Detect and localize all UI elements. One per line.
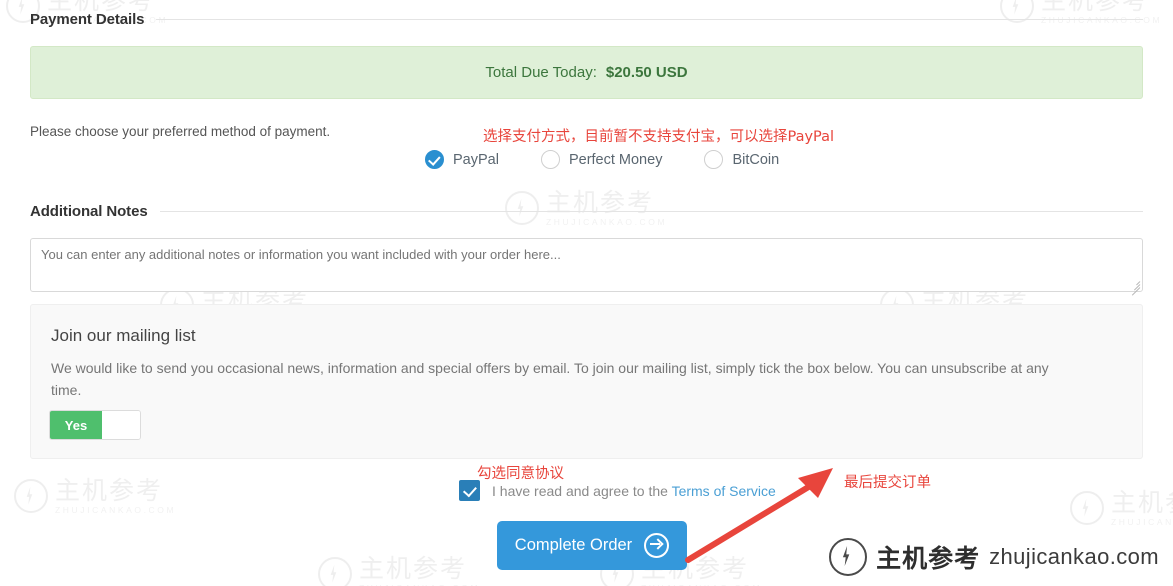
circle-arrow-right-icon: [644, 533, 670, 558]
header-divider: [159, 211, 1143, 212]
complete-order-button[interactable]: Complete Order: [497, 521, 687, 570]
total-due-label: Total Due Today:: [485, 64, 597, 81]
header-divider: [156, 19, 1143, 20]
annotation-submit-note: 最后提交订单: [844, 475, 931, 491]
terms-agreement-row[interactable]: I have read and agree to the Terms of Se…: [459, 480, 776, 501]
mailing-list-description: We would like to send you occasional new…: [51, 360, 1049, 398]
complete-order-label: Complete Order: [514, 536, 633, 554]
additional-notes-input[interactable]: [30, 238, 1143, 292]
watermark-tile: 主机参考 ZHUJICANKAO.COM: [1070, 490, 1173, 527]
mailing-list-panel: Join our mailing list We would like to s…: [30, 304, 1143, 459]
total-due-amount: $20.50 USD: [605, 64, 688, 81]
additional-notes-header: Additional Notes: [30, 203, 1143, 220]
watermark-en: ZHUJICANKAO.COM: [1111, 517, 1173, 527]
watermark-tile: 主机参考 ZHUJICANKAO.COM: [14, 478, 176, 515]
brand-logo-icon: [829, 538, 868, 576]
payment-method-label: BitCoin: [732, 151, 780, 168]
annotation-agree-note: 勾选同意协议: [477, 466, 564, 482]
watermark-tile: 主机参考 ZHUJICANKAO.COM: [318, 556, 480, 586]
terms-text: I have read and agree to the Terms of Se…: [492, 483, 776, 499]
watermark-logo-icon: [14, 479, 48, 514]
watermark-logo-icon: [318, 557, 352, 586]
radio-unchecked-icon[interactable]: [540, 150, 560, 169]
total-due-banner: Total Due Today: $20.50 USD: [30, 46, 1143, 99]
watermark-en: ZHUJICANKAO.COM: [55, 505, 177, 515]
terms-text-label: I have read and agree to the: [492, 482, 668, 499]
payment-instruction: Please choose your preferred method of p…: [30, 124, 331, 139]
mailing-list-title: Join our mailing list: [51, 326, 196, 345]
toggle-yes-label: Yes: [50, 411, 102, 439]
watermark-cn: 主机参考: [1111, 488, 1173, 517]
brand-watermark: 主机参考 zhujicankao.com: [829, 538, 1159, 576]
brand-domain: zhujicankao.com: [989, 544, 1159, 569]
payment-details-title: Payment Details: [30, 11, 145, 28]
checkout-page: 主机参考 ZHUJICANKAO.COM 主机参考 ZHUJICANKAO.CO…: [0, 0, 1173, 586]
annotation-payment-note: 选择支付方式，目前暂不支持支付宝，可以选择PayPal: [483, 129, 835, 145]
brand-name-cn: 主机参考: [876, 544, 981, 573]
watermark-cn: 主机参考: [55, 476, 164, 505]
payment-method-group[interactable]: PayPal Perfect Money BitCoin: [425, 150, 779, 169]
additional-notes-title: Additional Notes: [30, 203, 148, 220]
mailing-list-toggle[interactable]: Yes: [49, 410, 141, 440]
payment-method-label: Perfect Money: [568, 151, 663, 168]
toggle-track: [102, 411, 140, 439]
payment-method-perfect-money[interactable]: Perfect Money: [540, 150, 663, 169]
annotation-arrow-icon: [685, 468, 833, 563]
payment-details-header: Payment Details: [30, 11, 1143, 28]
payment-method-bitcoin[interactable]: BitCoin: [704, 150, 779, 169]
radio-unchecked-icon[interactable]: [704, 150, 724, 169]
payment-method-label: PayPal: [453, 151, 499, 168]
terms-checkbox[interactable]: [459, 480, 480, 501]
watermark-cn: 主机参考: [359, 554, 468, 583]
payment-method-paypal[interactable]: PayPal: [425, 150, 499, 169]
watermark-logo-icon: [1070, 491, 1104, 526]
radio-checked-icon[interactable]: [425, 150, 444, 169]
terms-of-service-link[interactable]: Terms of Service: [672, 483, 776, 499]
